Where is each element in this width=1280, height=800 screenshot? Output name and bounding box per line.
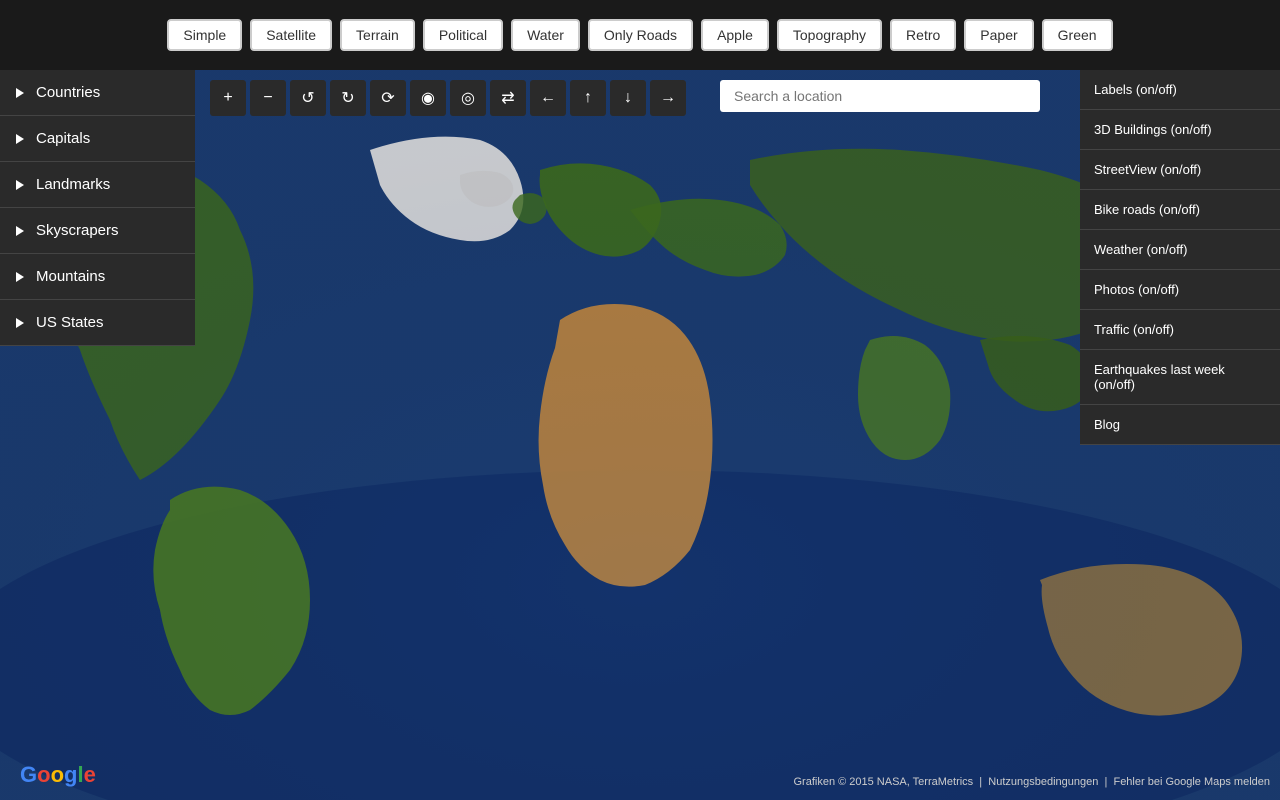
style-btn-simple[interactable]: Simple [167,19,242,51]
sidebar-item-skyscrapers[interactable]: Skyscrapers [0,208,195,254]
map-toolbar: +−↺↻⟳◉◎⇄←↑↓→ [210,80,686,116]
redo-button[interactable]: ↻ [330,80,366,116]
style-btn-retro[interactable]: Retro [890,19,956,51]
reset-button[interactable]: ⟳ [370,80,406,116]
pan-down-button[interactable]: ↓ [610,80,646,116]
right-sidebar: Labels (on/off)3D Buildings (on/off)Stre… [1080,70,1280,445]
right-item-photos[interactable]: Photos (on/off) [1080,270,1280,310]
chevron-right-icon [16,88,24,98]
pan-left-button[interactable]: ← [530,80,566,116]
google-logo: Google [20,762,96,788]
sidebar-item-countries[interactable]: Countries [0,70,195,116]
sidebar-item-mountains[interactable]: Mountains [0,254,195,300]
right-item-traffic[interactable]: Traffic (on/off) [1080,310,1280,350]
terms-link[interactable]: Nutzungsbedingungen [988,776,1098,788]
left-sidebar: Countries Capitals Landmarks Skyscrapers Mou… [0,70,195,346]
sidebar-item-label: Countries [36,84,100,101]
style-btn-only-roads[interactable]: Only Roads [588,19,693,51]
top-bar: SimpleSatelliteTerrainPoliticalWaterOnly… [0,0,1280,70]
undo-button[interactable]: ↺ [290,80,326,116]
style-btn-apple[interactable]: Apple [701,19,769,51]
pan-up-button[interactable]: ↑ [570,80,606,116]
style-btn-green[interactable]: Green [1042,19,1113,51]
zoom-out-button[interactable]: − [250,80,286,116]
style-btn-topography[interactable]: Topography [777,19,882,51]
right-item-streetview[interactable]: StreetView (on/off) [1080,150,1280,190]
locate-button[interactable]: ◎ [450,80,486,116]
right-item-3d-buildings[interactable]: 3D Buildings (on/off) [1080,110,1280,150]
search-bar [720,80,1040,112]
attribution: Grafiken © 2015 NASA, TerraMetrics | Nut… [793,776,1270,788]
right-item-bike-roads[interactable]: Bike roads (on/off) [1080,190,1280,230]
style-btn-water[interactable]: Water [511,19,580,51]
right-item-blog[interactable]: Blog [1080,405,1280,445]
shuffle-button[interactable]: ⇄ [490,80,526,116]
pan-right-button[interactable]: → [650,80,686,116]
attribution-text: Grafiken © 2015 NASA, TerraMetrics [793,776,973,788]
right-item-weather[interactable]: Weather (on/off) [1080,230,1280,270]
sidebar-item-label: US States [36,314,104,331]
right-item-labels[interactable]: Labels (on/off) [1080,70,1280,110]
sidebar-item-capitals[interactable]: Capitals [0,116,195,162]
chevron-right-icon [16,180,24,190]
sidebar-item-landmarks[interactable]: Landmarks [0,162,195,208]
right-item-earthquakes[interactable]: Earthquakes last week (on/off) [1080,350,1280,405]
style-btn-satellite[interactable]: Satellite [250,19,332,51]
chevron-right-icon [16,226,24,236]
chevron-right-icon [16,272,24,282]
sidebar-item-label: Skyscrapers [36,222,119,239]
style-btn-paper[interactable]: Paper [964,19,1033,51]
marker-button[interactable]: ◉ [410,80,446,116]
report-link[interactable]: Fehler bei Google Maps melden [1113,776,1270,788]
map-area: Countries Capitals Landmarks Skyscrapers Mou… [0,70,1280,800]
sidebar-item-label: Landmarks [36,176,110,193]
sidebar-item-us-states[interactable]: US States [0,300,195,346]
style-btn-political[interactable]: Political [423,19,503,51]
style-btn-terrain[interactable]: Terrain [340,19,415,51]
search-input[interactable] [720,80,1040,112]
chevron-right-icon [16,134,24,144]
sidebar-item-label: Mountains [36,268,105,285]
zoom-in-button[interactable]: + [210,80,246,116]
sidebar-item-label: Capitals [36,130,90,147]
chevron-right-icon [16,318,24,328]
